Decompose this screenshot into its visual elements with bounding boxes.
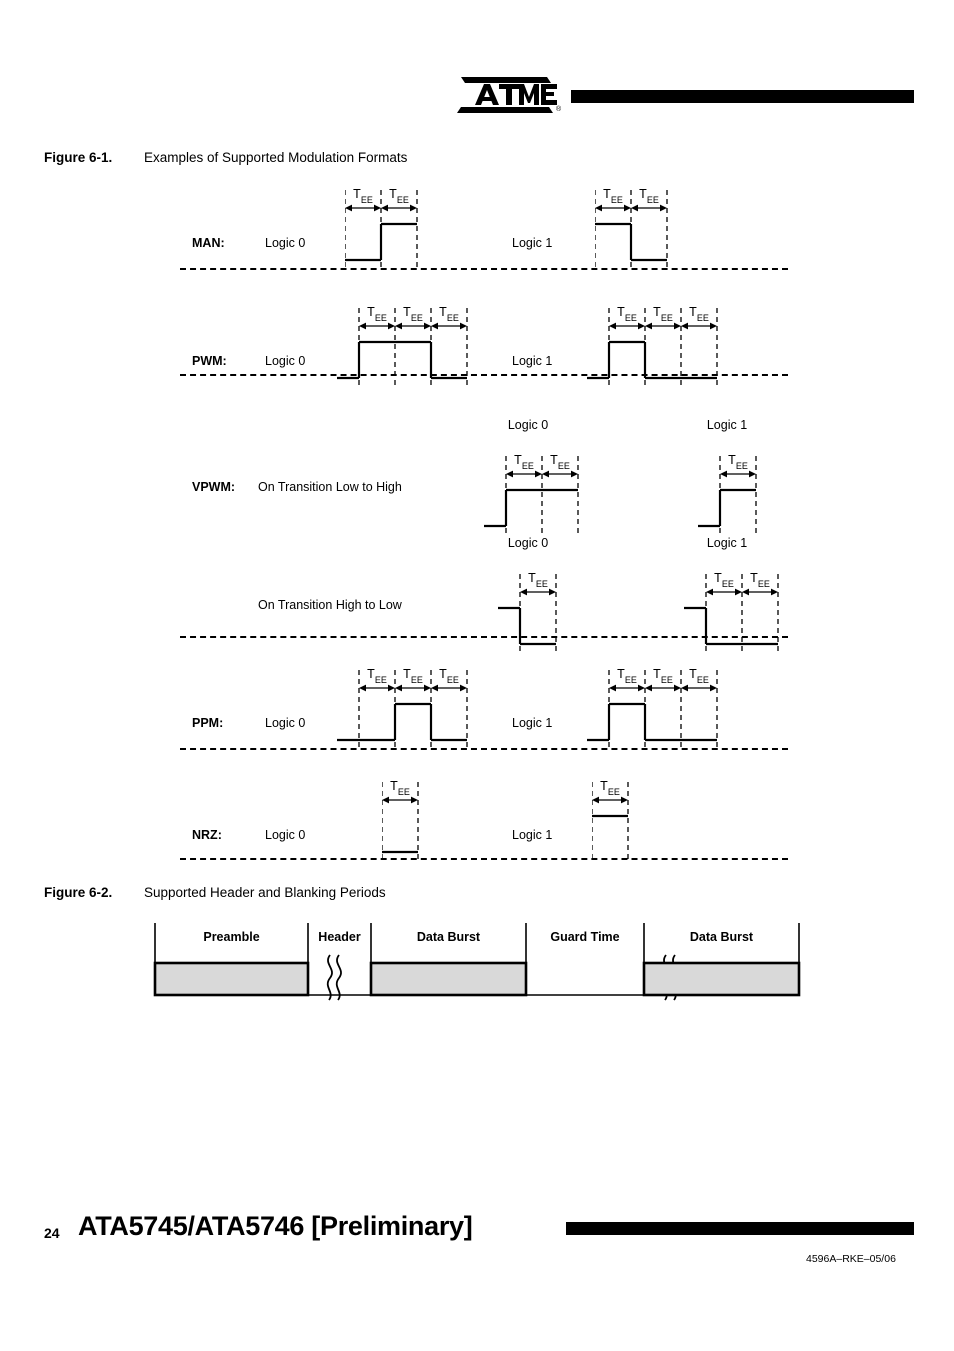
tee-label: TEE: [367, 667, 387, 685]
figure-6-1-caption: Figure 6-1. Examples of Supported Modulat…: [44, 150, 407, 165]
segment-label-data-burst: Data Burst: [690, 930, 754, 944]
logic-label-nrz-left: Logic 0: [265, 828, 306, 842]
tee-label: TEE: [653, 305, 673, 323]
waveform-ppm-right: TEE TEE TEE: [587, 667, 718, 748]
modulation-sublabel-vpwm-high-to-low: On Transition High to Low: [258, 598, 402, 612]
modulation-row-vpwm-high-to-low: On Transition High to Low Logic 0 TEE Logic…: [0, 526, 954, 652]
tee-label: TEE: [439, 667, 459, 685]
waveform-pwm-right: TEE TEE TEE: [587, 305, 718, 386]
figure-6-1-title: Examples of Supported Modulation Formats: [144, 150, 408, 165]
tee-label: TEE: [550, 453, 570, 471]
modulation-label-vpwm-low-to-high: VPWM:: [192, 480, 236, 494]
figure-6-2-title: Supported Header and Blanking Periods: [144, 885, 386, 900]
modulation-sublabel-vpwm-low-to-high: On Transition Low to High: [258, 480, 402, 494]
logic-label-ppm-right: Logic 1: [512, 716, 553, 730]
header-rule: [571, 90, 914, 103]
logic-label-ppm-left: Logic 0: [265, 716, 306, 730]
waveform-pwm-left: TEE TEE TEE: [337, 305, 468, 386]
waveform-nrz-right: TEE: [592, 779, 629, 860]
tee-label: TEE: [367, 305, 387, 323]
figure-6-2-caption: Figure 6-2. Supported Header and Blanking…: [44, 885, 386, 900]
row-separator: [180, 636, 788, 638]
row-separator: [180, 858, 788, 860]
tee-label: TEE: [653, 667, 673, 685]
waveform-nrz-left: TEE: [382, 779, 419, 860]
row-separator: [180, 374, 788, 376]
document-code: 4596A–RKE–05/06: [806, 1253, 896, 1265]
tee-label: TEE: [689, 305, 709, 323]
segment-label-preamble: Preamble: [203, 930, 259, 944]
waveform-man-left: TEE TEE: [345, 187, 418, 268]
segment-label-header: Header: [318, 930, 361, 944]
row-separator: [180, 748, 788, 750]
modulation-label-pwm: PWM:: [192, 354, 227, 368]
modulation-row-vpwm-low-to-high: VPWM: On Transition Low to High Logic 0 TEE…: [0, 408, 954, 534]
segment-label-guard-time: Guard Time: [550, 930, 619, 944]
tee-label: TEE: [389, 187, 409, 205]
modulation-row-pwm: PWM: Logic 0 TEE TEE TEE Logic 1 TEE TEE TEE: [0, 286, 954, 404]
waveform-man-right: TEE TEE: [595, 187, 668, 268]
tee-label: TEE: [617, 667, 637, 685]
tee-label: TEE: [617, 305, 637, 323]
registered-mark: ®: [556, 105, 562, 113]
figure-6-1-number: Figure 6-1.: [44, 150, 113, 165]
break-squiggle: [335, 954, 342, 1001]
tee-label: TEE: [403, 305, 423, 323]
logic-label-pwm-right: Logic 1: [512, 354, 553, 368]
modulation-label-man: MAN:: [192, 236, 225, 250]
tee-label: TEE: [528, 571, 548, 589]
logic-label-man-right: Logic 1: [512, 236, 553, 250]
tee-label: TEE: [514, 453, 534, 471]
modulation-label-nrz: NRZ:: [192, 828, 222, 842]
header-blanking-diagram: Preamble Header Data Burst Guard Time Data B…: [153, 923, 801, 1001]
segment-label-data-burst: Data Burst: [417, 930, 481, 944]
tee-label: TEE: [353, 187, 373, 205]
logic-label-man-left: Logic 0: [265, 236, 306, 250]
logic-label-nrz-right: Logic 1: [512, 828, 553, 842]
figure-6-2-number: Figure 6-2.: [44, 885, 113, 900]
tee-label: TEE: [603, 187, 623, 205]
tee-label: TEE: [750, 571, 770, 589]
figure-6-1: MAN: Logic 0 TEE TEE Logic 1 TEE TEE PWM: Logic …: [0, 168, 954, 868]
tee-label: TEE: [439, 305, 459, 323]
tee-label: TEE: [714, 571, 734, 589]
tee-label: TEE: [390, 779, 410, 797]
modulation-label-ppm: PPM:: [192, 716, 224, 730]
segment-bar-filled: [642, 961, 801, 997]
waveform-ppm-left: TEE TEE TEE: [337, 667, 468, 748]
row-separator: [180, 268, 788, 270]
segment-bar-filled: [369, 961, 528, 997]
tee-label: TEE: [639, 187, 659, 205]
figure-6-2: Preamble Header Data Burst Guard Time Data B…: [0, 905, 954, 1025]
tee-label: TEE: [403, 667, 423, 685]
logic-label-vpwm-high-to-low-right: Logic 1: [706, 536, 748, 550]
tee-label: TEE: [728, 453, 748, 471]
logic-label-vpwm-low-to-high-left: Logic 0: [507, 418, 549, 432]
page-number: 24: [44, 1225, 60, 1241]
modulation-row-nrz: NRZ: Logic 0 TEE Logic 1 TEE: [0, 760, 954, 878]
logic-label-pwm-left: Logic 0: [265, 354, 306, 368]
tee-label: TEE: [689, 667, 709, 685]
logic-label-vpwm-high-to-low-left: Logic 0: [507, 536, 549, 550]
tee-label: TEE: [600, 779, 620, 797]
footer-rule: [566, 1222, 914, 1235]
break-squiggle: [326, 954, 333, 1001]
logic-label-vpwm-low-to-high-right: Logic 1: [706, 418, 748, 432]
document-title: ATA5745/ATA5746 [Preliminary]: [78, 1211, 473, 1241]
atmel-logo: ®: [455, 73, 565, 118]
segment-bar-filled: [153, 961, 310, 997]
